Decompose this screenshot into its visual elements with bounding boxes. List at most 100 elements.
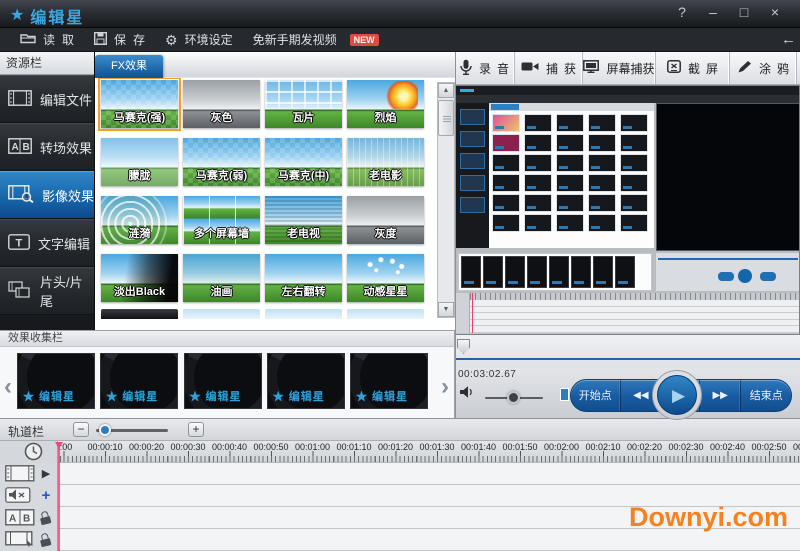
effect-thumb[interactable]: 老电影 <box>347 138 424 186</box>
seek-progress-line[interactable] <box>455 358 800 360</box>
effect-thumb[interactable]: 灰度 <box>347 196 424 244</box>
effect-thumb[interactable]: 朦胧 <box>101 138 178 186</box>
playhead-line[interactable] <box>58 442 60 551</box>
app-title: 编辑星 <box>30 4 84 28</box>
play-button[interactable]: ▶ <box>652 370 702 420</box>
snapshot-button[interactable]: 截屏 <box>656 52 730 84</box>
tab-fx-effects[interactable]: FX效果 <box>95 55 163 78</box>
collection-prev-arrow[interactable]: ‹ <box>1 375 15 399</box>
collected-effect-thumb[interactable]: ★ 编辑星 <box>17 353 95 409</box>
mini-thumb <box>620 134 648 152</box>
doodle-button[interactable]: 涂鸦 <box>730 52 797 84</box>
ruler-label: 00:00:20 <box>129 442 164 452</box>
effect-label: 多个屏幕墙 <box>183 225 260 241</box>
track-icon-cell: ▶ <box>0 463 58 485</box>
effect-thumb[interactable]: 涟漪 <box>101 196 178 244</box>
timeline-zoom-thumb[interactable] <box>99 424 111 436</box>
effect-thumb-partial[interactable] <box>347 309 424 319</box>
mini-thumb <box>588 214 616 232</box>
player-control-bar: 00:03:02.67 开始点 ◀◀ ▶▶ 结束点 ▶ <box>455 368 800 418</box>
ruler-label: 00:01:50 <box>502 442 537 452</box>
sidebar-item-edit-files[interactable]: 编辑文件 <box>0 75 94 123</box>
mini-sidebar-item <box>460 109 485 125</box>
sidebar-item-video-effects[interactable]: 影像效果 <box>0 171 94 219</box>
track-play-button[interactable]: ▶ <box>38 466 54 482</box>
effect-label: 淡出Black <box>101 283 178 299</box>
collected-effect-thumb[interactable]: ★ 编辑星 <box>350 353 428 409</box>
next-button[interactable]: ▶▶ <box>700 380 742 411</box>
sidebar-item-intro-outro[interactable]: 片头/片尾 <box>0 267 94 315</box>
snapshot-label: 截屏 <box>688 60 724 77</box>
mini-tab-bar <box>489 103 654 111</box>
open-button[interactable]: 读取 <box>20 31 74 48</box>
collected-effect-thumb[interactable]: ★ 编辑星 <box>100 353 178 409</box>
back-arrow-icon[interactable]: ← <box>781 31 796 48</box>
scroll-down-button[interactable]: ▼ <box>438 302 454 317</box>
lock-icon[interactable] <box>37 509 54 527</box>
zoom-out-button[interactable]: − <box>73 422 89 437</box>
ruler-label: 00:01:40 <box>461 442 496 452</box>
effect-label: 灰色 <box>183 109 260 125</box>
player-marker <box>560 388 569 401</box>
scroll-up-button[interactable]: ▲ <box>438 83 454 98</box>
mini-collect-thumb <box>593 256 613 288</box>
effect-thumb[interactable]: 老电视 <box>265 196 342 244</box>
maximize-button[interactable]: □ <box>737 4 751 20</box>
lock-icon[interactable] <box>37 531 54 549</box>
seek-handle[interactable] <box>457 339 470 354</box>
close-button[interactable]: × <box>768 4 782 20</box>
effect-thumb-partial[interactable] <box>183 309 260 319</box>
effect-thumb[interactable]: 马赛克(中) <box>265 138 342 186</box>
settings-button[interactable]: ⚙ 环境设定 <box>165 31 233 48</box>
effect-thumb[interactable]: 淡出Black <box>101 254 178 302</box>
app-logo: ★ 编辑星 <box>10 4 84 28</box>
mini-thumb <box>588 114 616 132</box>
effect-thumb[interactable]: 油画 <box>183 254 260 302</box>
save-button[interactable]: 保存 <box>94 31 145 48</box>
start-point-button[interactable]: 开始点 <box>571 380 621 411</box>
effect-thumb-partial[interactable] <box>101 309 178 319</box>
scrollbar-thumb[interactable] <box>438 100 454 136</box>
text-edit-icon: T <box>8 234 30 253</box>
effect-thumb[interactable]: 马赛克(强) <box>101 80 178 128</box>
zoom-in-button[interactable]: + <box>188 422 204 437</box>
help-button[interactable]: ? <box>675 4 689 20</box>
sidebar-item-label: 转场效果 <box>40 138 92 157</box>
minimize-button[interactable]: – <box>706 4 720 20</box>
mini-collect-thumb <box>505 256 525 288</box>
collection-next-arrow[interactable]: › <box>438 375 452 399</box>
collected-effect-thumb[interactable]: ★ 编辑星 <box>267 353 345 409</box>
fx-scrollbar[interactable]: ▲ ▼ <box>437 82 455 318</box>
sidebar-item-transitions[interactable]: AB 转场效果 <box>0 123 94 171</box>
effect-thumb[interactable]: 灰色 <box>183 80 260 128</box>
sidebar-item-label: 编辑文件 <box>40 90 92 109</box>
camera-icon <box>521 61 539 75</box>
screen-capture-button[interactable]: 屏幕捕获 <box>583 52 656 84</box>
effect-label: 烈焰 <box>347 109 424 125</box>
end-point-button[interactable]: 结束点 <box>741 380 791 411</box>
effect-thumb[interactable]: 瓦片 <box>265 80 342 128</box>
promo-link[interactable]: 免新手期发视频 NEW <box>253 31 379 48</box>
effect-thumb[interactable]: 烈焰 <box>347 80 424 128</box>
video-track-lane[interactable] <box>58 463 800 484</box>
effect-thumb[interactable]: 多个屏幕墙 <box>183 196 260 244</box>
track-add-button[interactable]: + <box>38 488 54 504</box>
effect-thumb[interactable]: 马赛克(弱) <box>183 138 260 186</box>
play-icon: ▶ <box>657 375 697 415</box>
effect-thumb[interactable]: 左右翻转 <box>265 254 342 302</box>
effect-thumb[interactable]: 动感星星 <box>347 254 424 302</box>
capture-button[interactable]: 捕获 <box>515 52 583 84</box>
star-icon: ★ <box>10 6 24 26</box>
ruler-label: 00:02:20 <box>627 442 662 452</box>
speaker-icon[interactable] <box>459 385 476 404</box>
collected-effect-thumb[interactable]: ★ 编辑星 <box>184 353 262 409</box>
effect-thumb-partial[interactable] <box>265 309 342 319</box>
record-audio-button[interactable]: 录音 <box>455 52 515 84</box>
mini-player-controls <box>656 253 800 291</box>
sidebar-item-text-edit[interactable]: T 文字编辑 <box>0 219 94 267</box>
volume-slider-thumb[interactable] <box>507 391 520 404</box>
ruler-label: 00:00:10 <box>87 442 122 452</box>
mini-thumb <box>556 114 584 132</box>
effect-label: 油画 <box>183 283 260 299</box>
timeline-ruler[interactable]: 0:0000:00:1000:00:2000:00:3000:00:4000:0… <box>0 441 800 463</box>
